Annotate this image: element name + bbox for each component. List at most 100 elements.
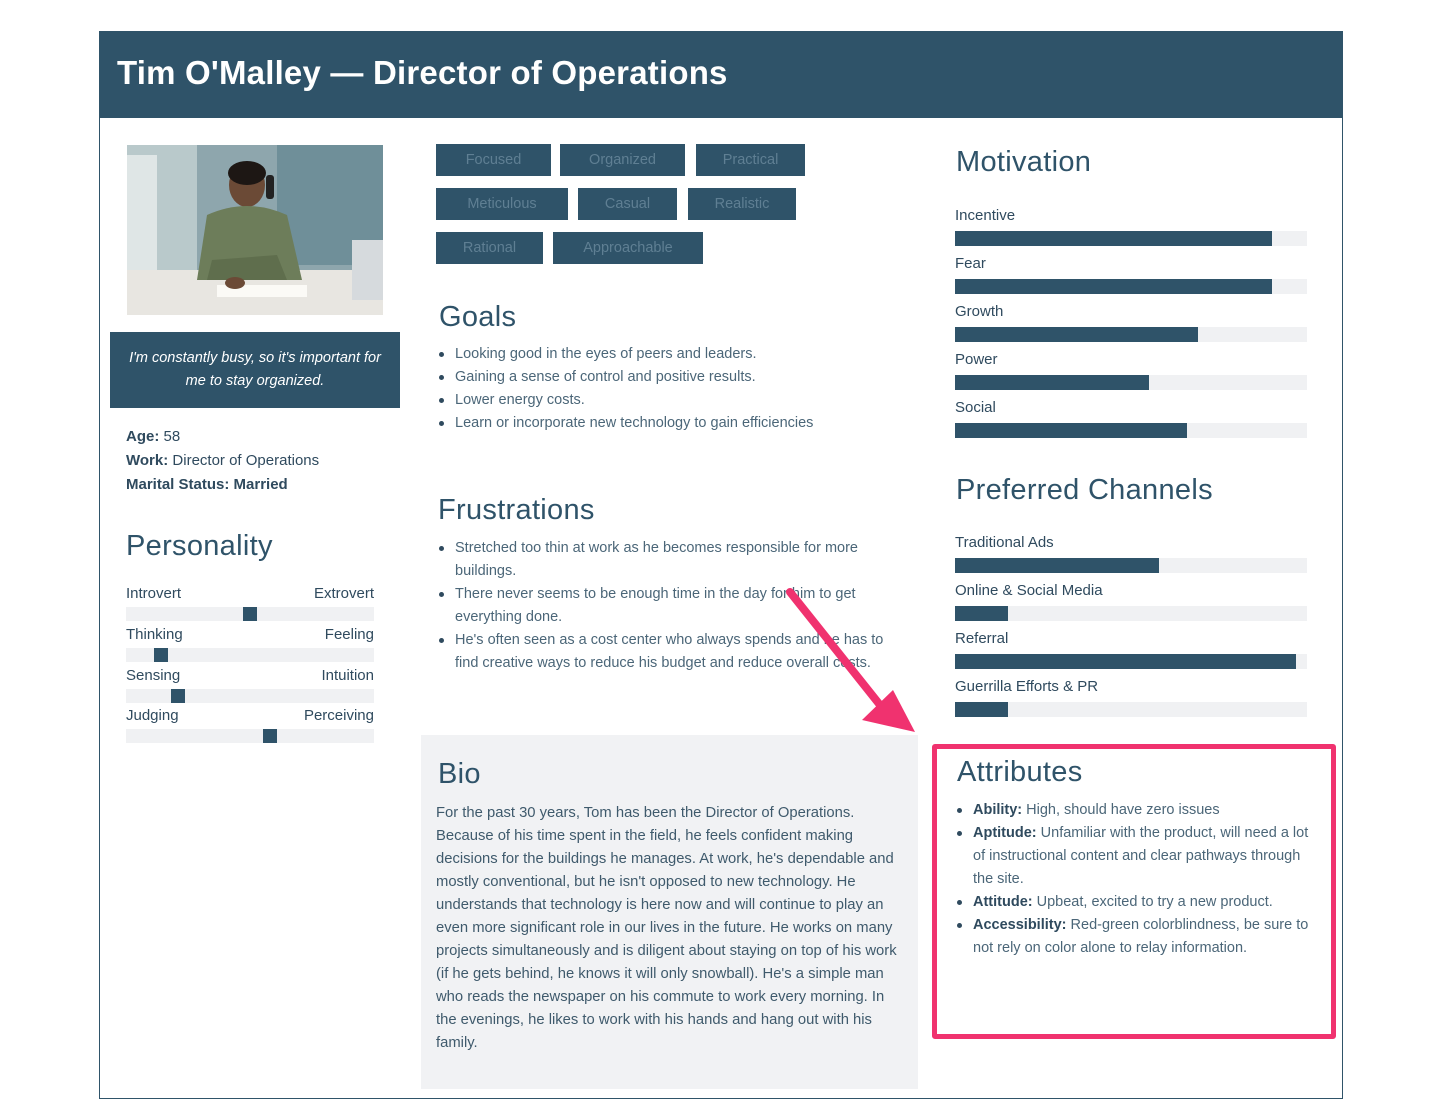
fact-age: Age: 58 [126, 425, 319, 449]
motivation-bar-social: Social [955, 399, 1307, 438]
motivation-bar-track [955, 423, 1307, 438]
attribute-label: Aptitude: [973, 825, 1037, 841]
channel-bar-track [955, 654, 1307, 669]
trait-slider-sensing-intuition: Sensing Intuition [126, 667, 374, 703]
fact-work: Work: Director of Operations [126, 449, 319, 473]
frustration-item: There never seems to be enough time in t… [437, 583, 887, 629]
attributes-heading: Attributes [957, 756, 1083, 788]
attribute-label: Ability: [973, 802, 1023, 818]
frustrations-heading: Frustrations [438, 494, 595, 526]
goal-item: Looking good in the eyes of peers and le… [437, 343, 897, 366]
persona-card: Tim O'Malley — Director of Operations I'… [99, 31, 1343, 1099]
persona-photo-illustration [127, 145, 383, 315]
tag-realistic: Realistic [688, 188, 796, 220]
channel-bar-online-social-media: Online & Social Media [955, 582, 1307, 621]
persona-quote: I'm constantly busy, so it's important f… [110, 332, 400, 408]
motivation-bar-track [955, 375, 1307, 390]
tag-rational: Rational [436, 232, 543, 264]
attributes-list: Ability: High, should have zero issues A… [955, 799, 1317, 960]
trait-marker [263, 729, 277, 743]
motivation-bar-label: Growth [955, 303, 1004, 320]
motivation-bar-fill [955, 279, 1272, 294]
channel-bar-fill [955, 558, 1159, 573]
trait-marker [243, 607, 257, 621]
persona-photo [127, 145, 383, 315]
channel-bar-label: Traditional Ads [955, 534, 1054, 551]
channel-bar-fill [955, 654, 1296, 669]
trait-right-label: Feeling [324, 626, 374, 643]
bio-heading: Bio [438, 758, 481, 790]
trait-labels: Judging Perceiving [126, 707, 374, 725]
header-banner: Tim O'Malley — Director of Operations [100, 32, 1342, 118]
channel-bar-track [955, 558, 1307, 573]
tag-meticulous: Meticulous [436, 188, 568, 220]
motivation-bar-label: Social [955, 399, 996, 416]
trait-track [126, 689, 374, 703]
trait-left-label: Sensing [126, 667, 181, 684]
tag-practical: Practical [696, 144, 805, 176]
motivation-bar-track [955, 327, 1307, 342]
trait-track [126, 729, 374, 743]
tag-casual: Casual [578, 188, 677, 220]
bio-text: For the past 30 years, Tom has been the … [436, 805, 897, 1051]
motivation-heading: Motivation [956, 146, 1092, 178]
motivation-bar-fill [955, 375, 1149, 390]
trait-left-label: Judging [126, 707, 179, 724]
goals-list: Looking good in the eyes of peers and le… [437, 343, 897, 435]
bio-panel: Bio For the past 30 years, Tom has been … [421, 735, 918, 1089]
channel-bar-referral: Referral [955, 630, 1307, 669]
channel-bar-fill [955, 702, 1008, 717]
motivation-bar-track [955, 231, 1307, 246]
tag-approachable: Approachable [553, 232, 703, 264]
channel-bar-guerrilla-efforts-pr: Guerrilla Efforts & PR [955, 678, 1307, 717]
trait-track [126, 648, 374, 662]
attribute-item: Accessibility: Red-green colorblindness,… [955, 914, 1317, 960]
channel-bar-track [955, 606, 1307, 621]
fact-value: Director of Operations [172, 452, 320, 469]
trait-labels: Sensing Intuition [126, 667, 374, 685]
trait-right-label: Perceiving [303, 707, 374, 724]
goal-item: Learn or incorporate new technology to g… [437, 412, 897, 435]
trait-slider-judging-perceiving: Judging Perceiving [126, 707, 374, 743]
channel-bar-fill [955, 606, 1008, 621]
fact-label: Marital Status: [126, 476, 230, 493]
motivation-bar-label: Fear [955, 255, 986, 272]
personality-heading: Personality [126, 530, 273, 562]
attribute-text: Upbeat, excited to try a new product. [1036, 894, 1273, 910]
channel-bar-label: Guerrilla Efforts & PR [955, 678, 1099, 695]
frustrations-list: Stretched too thin at work as he becomes… [437, 537, 887, 675]
goal-item: Gaining a sense of control and positive … [437, 366, 897, 389]
tag-organized: Organized [560, 144, 685, 176]
fact-label: Work: [126, 452, 169, 469]
trait-left-label: Introvert [126, 585, 182, 602]
trait-right-label: Extrovert [313, 585, 374, 602]
quote-text: I'm constantly busy, so it's important f… [129, 350, 381, 389]
trait-left-label: Thinking [126, 626, 183, 643]
motivation-bar-fill [955, 423, 1187, 438]
trait-labels: Thinking Feeling [126, 626, 374, 644]
channel-bar-track [955, 702, 1307, 717]
attribute-item: Aptitude: Unfamiliar with the product, w… [955, 822, 1317, 891]
page-title: Tim O'Malley — Director of Operations [117, 54, 728, 91]
channels-heading: Preferred Channels [956, 474, 1213, 506]
fact-label: Age: [126, 428, 160, 445]
motivation-bar-label: Incentive [955, 207, 1016, 224]
trait-slider-thinking-feeling: Thinking Feeling [126, 626, 374, 662]
tag-focused: Focused [436, 144, 551, 176]
frustration-item: He's often seen as a cost center who alw… [437, 629, 887, 675]
trait-marker [171, 689, 185, 703]
channel-bar-label: Online & Social Media [955, 582, 1103, 599]
trait-right-label: Intuition [321, 667, 374, 684]
channel-bar-traditional-ads: Traditional Ads [955, 534, 1307, 573]
goal-item: Lower energy costs. [437, 389, 897, 412]
attribute-text: High, should have zero issues [1026, 802, 1220, 818]
fact-value: 58 [163, 428, 181, 445]
trait-slider-introvert-extrovert: Introvert Extrovert [126, 585, 374, 621]
motivation-bar-growth: Growth [955, 303, 1307, 342]
attribute-label: Accessibility: [973, 917, 1067, 933]
frustration-item: Stretched too thin at work as he becomes… [437, 537, 887, 583]
motivation-bar-label: Power [955, 351, 998, 368]
goals-heading: Goals [439, 301, 517, 333]
motivation-bar-fear: Fear [955, 255, 1307, 294]
trait-labels: Introvert Extrovert [126, 585, 374, 603]
